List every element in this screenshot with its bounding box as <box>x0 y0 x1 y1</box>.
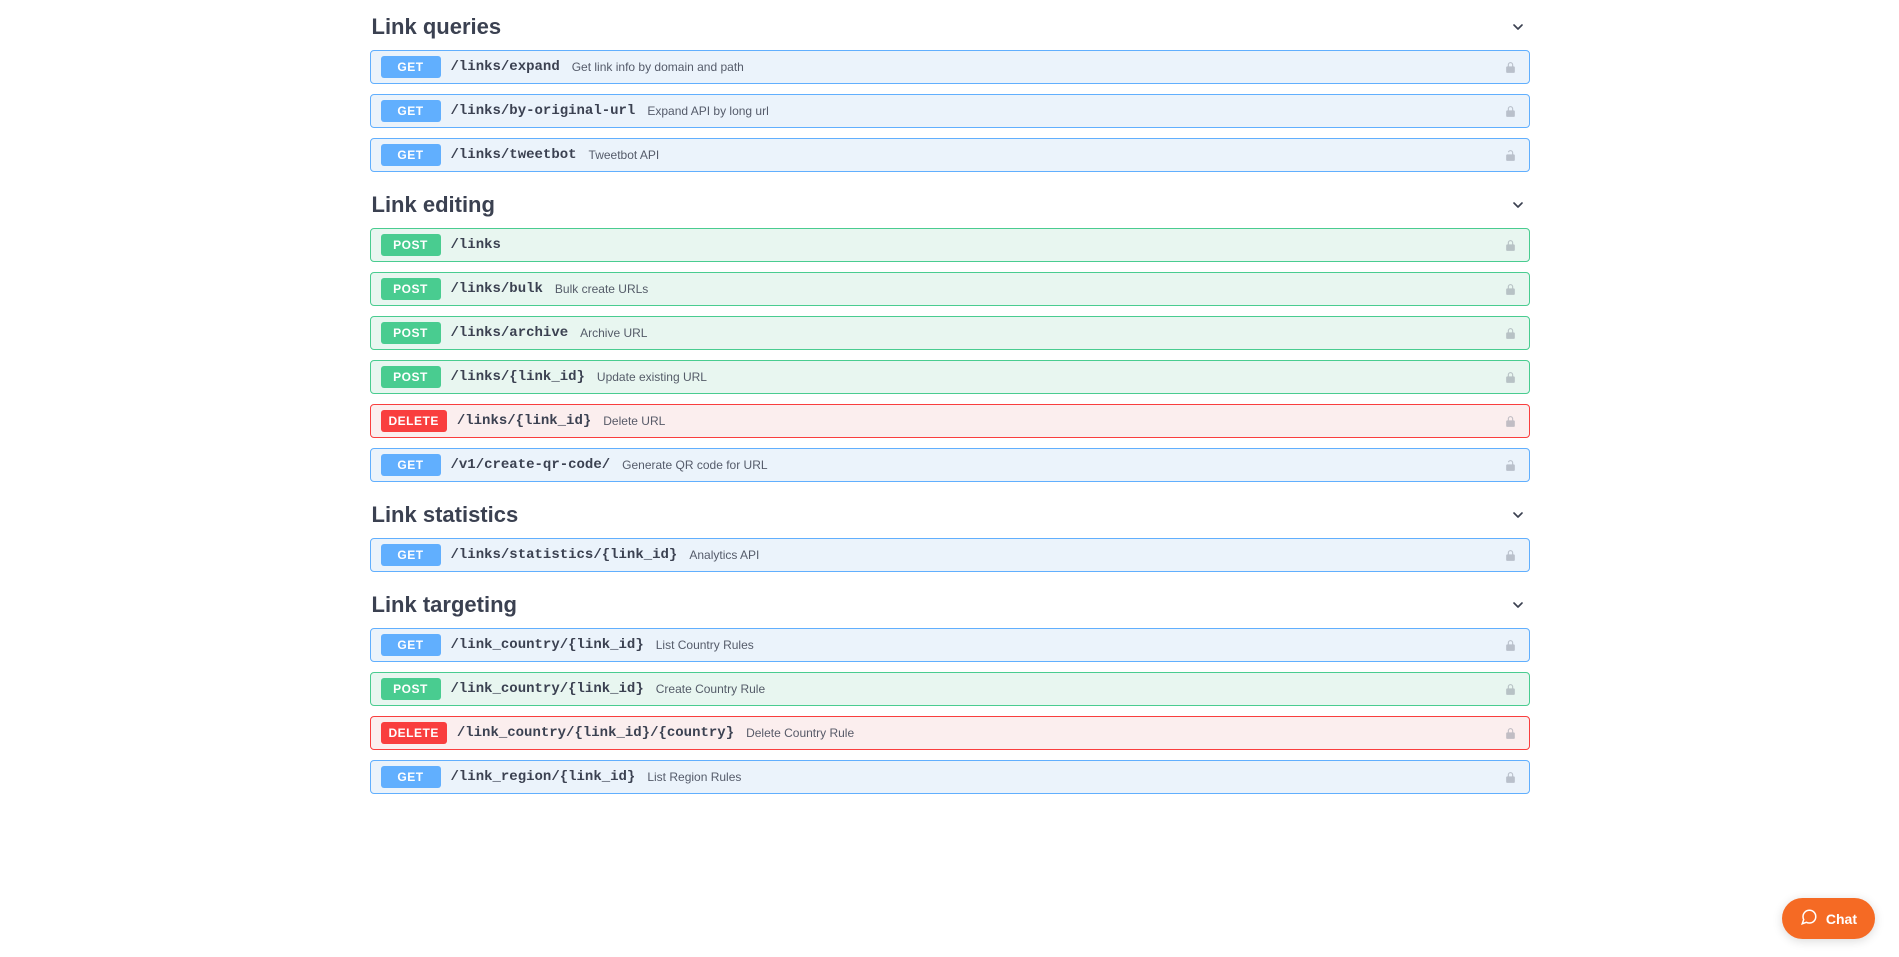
lock-icon[interactable] <box>1503 413 1519 429</box>
operation-path: /v1/create-qr-code/ <box>451 457 611 473</box>
operation-row[interactable]: GET/link_region/{link_id} List Region Rul… <box>370 760 1530 794</box>
operation-description: Create Country Rule <box>656 682 1495 696</box>
lock-icon[interactable] <box>1503 769 1519 785</box>
operation-description: Generate QR code for URL <box>622 458 1494 472</box>
section-title: Link statistics <box>372 502 519 528</box>
method-badge: DELETE <box>381 410 447 432</box>
operation-row[interactable]: POST/links/archive Archive URL <box>370 316 1530 350</box>
lock-icon[interactable] <box>1503 281 1519 297</box>
operation-path: /links/archive <box>451 325 569 341</box>
method-badge: GET <box>381 454 441 476</box>
chat-icon <box>1800 908 1818 929</box>
operation-path: /links/tweetbot <box>451 147 577 163</box>
chat-widget[interactable]: Chat <box>1782 898 1875 939</box>
operation-row[interactable]: DELETE/links/{link_id} Delete URL <box>370 404 1530 438</box>
operation-row[interactable]: POST/link_country/{link_id} Create Countr… <box>370 672 1530 706</box>
operation-description: List Region Rules <box>647 770 1494 784</box>
operation-path: /link_country/{link_id} <box>451 681 644 697</box>
chevron-down-icon <box>1508 195 1528 215</box>
operation-row[interactable]: POST/links/bulk Bulk create URLs <box>370 272 1530 306</box>
lock-icon[interactable] <box>1503 237 1519 253</box>
chevron-down-icon <box>1508 595 1528 615</box>
operation-path: /links/by-original-url <box>451 103 636 119</box>
lock-open-icon[interactable] <box>1503 457 1519 473</box>
method-badge: POST <box>381 366 441 388</box>
lock-open-icon[interactable] <box>1503 147 1519 163</box>
operation-path: /link_country/{link_id}/{country} <box>457 725 734 741</box>
operation-path: /links/bulk <box>451 281 543 297</box>
method-badge: GET <box>381 544 441 566</box>
method-badge: GET <box>381 144 441 166</box>
method-badge: GET <box>381 56 441 78</box>
operation-description: Archive URL <box>580 326 1494 340</box>
operation-description: Update existing URL <box>597 370 1495 384</box>
section-title: Link editing <box>372 192 495 218</box>
operation-path: /links/{link_id} <box>457 413 591 429</box>
operation-path: /links <box>451 237 501 253</box>
section-header[interactable]: Link queries <box>370 8 1530 50</box>
lock-icon[interactable] <box>1503 369 1519 385</box>
operation-description: Tweetbot API <box>589 148 1495 162</box>
operation-description: Get link info by domain and path <box>572 60 1495 74</box>
operation-row[interactable]: GET/v1/create-qr-code/Generate QR code f… <box>370 448 1530 482</box>
method-badge: GET <box>381 766 441 788</box>
method-badge: POST <box>381 234 441 256</box>
method-badge: POST <box>381 322 441 344</box>
operation-row[interactable]: GET/links/expand Get link info by domain … <box>370 50 1530 84</box>
lock-icon[interactable] <box>1503 325 1519 341</box>
method-badge: POST <box>381 278 441 300</box>
lock-icon[interactable] <box>1503 681 1519 697</box>
operation-row[interactable]: POST/links <box>370 228 1530 262</box>
chat-label: Chat <box>1826 911 1857 927</box>
section-header[interactable]: Link editing <box>370 186 1530 228</box>
section-title: Link queries <box>372 14 502 40</box>
operation-row[interactable]: GET/links/by-original-url Expand API by l… <box>370 94 1530 128</box>
operation-row[interactable]: POST/links/{link_id} Update existing URL <box>370 360 1530 394</box>
method-badge: GET <box>381 100 441 122</box>
lock-icon[interactable] <box>1503 59 1519 75</box>
operation-description: Bulk create URLs <box>555 282 1495 296</box>
operation-description: Expand API by long url <box>647 104 1494 118</box>
operation-path: /links/expand <box>451 59 560 75</box>
operation-description: Analytics API <box>689 548 1494 562</box>
lock-icon[interactable] <box>1503 725 1519 741</box>
operation-path: /link_country/{link_id} <box>451 637 644 653</box>
operation-row[interactable]: GET/link_country/{link_id} List Country R… <box>370 628 1530 662</box>
section-header[interactable]: Link statistics <box>370 496 1530 538</box>
operation-description: Delete URL <box>603 414 1494 428</box>
operation-row[interactable]: GET/links/statistics/{link_id} Analytics … <box>370 538 1530 572</box>
section-header[interactable]: Link targeting <box>370 586 1530 628</box>
method-badge: POST <box>381 678 441 700</box>
lock-icon[interactable] <box>1503 547 1519 563</box>
operation-path: /link_region/{link_id} <box>451 769 636 785</box>
operation-description: List Country Rules <box>656 638 1495 652</box>
operation-path: /links/{link_id} <box>451 369 585 385</box>
section-title: Link targeting <box>372 592 517 618</box>
lock-icon[interactable] <box>1503 103 1519 119</box>
chevron-down-icon <box>1508 17 1528 37</box>
method-badge: DELETE <box>381 722 447 744</box>
operation-description: Delete Country Rule <box>746 726 1494 740</box>
lock-icon[interactable] <box>1503 637 1519 653</box>
chevron-down-icon <box>1508 505 1528 525</box>
operation-row[interactable]: GET/links/tweetbot Tweetbot API <box>370 138 1530 172</box>
operation-path: /links/statistics/{link_id} <box>451 547 678 563</box>
method-badge: GET <box>381 634 441 656</box>
operation-row[interactable]: DELETE/link_country/{link_id}/{country} D… <box>370 716 1530 750</box>
